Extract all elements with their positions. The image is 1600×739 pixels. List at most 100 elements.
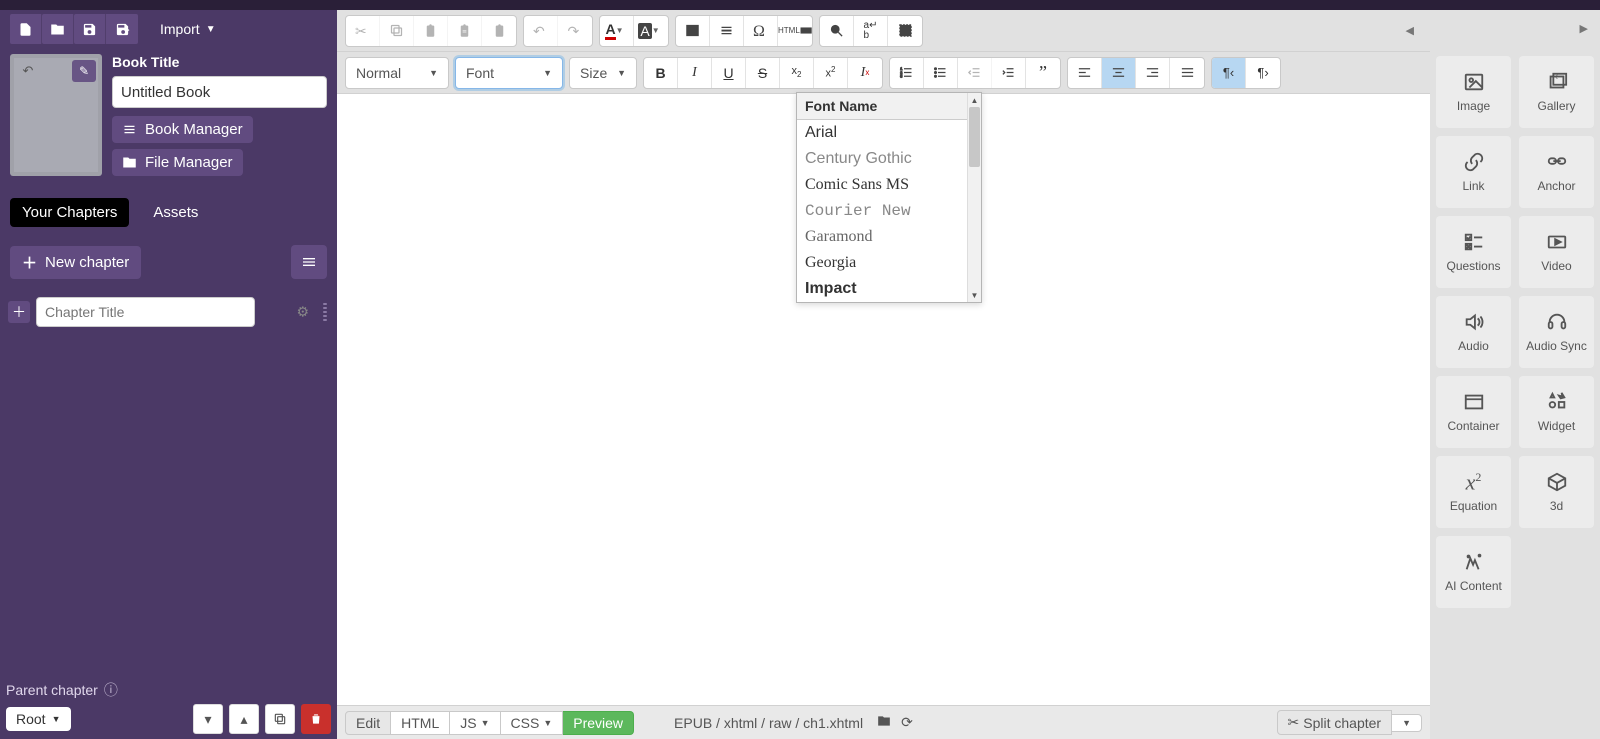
panel-collapse-right[interactable]: ▶ [1580, 22, 1588, 35]
iframe-button[interactable]: HTML [778, 16, 812, 46]
edit-cover-icon[interactable]: ✎ [72, 60, 96, 82]
footer-css-tab[interactable]: CSS▼ [501, 711, 564, 735]
cut-button[interactable]: ✂ [346, 16, 380, 46]
paste-text-button[interactable] [448, 16, 482, 46]
tab-your-chapters[interactable]: Your Chapters [10, 198, 129, 227]
editor-toolbar-1: ✂ ↶ ↷ A▼ [337, 10, 1430, 52]
insert-panel: ▶ Image ‹ Gallery Link Anchor Questions [1430, 10, 1600, 739]
align-center-button[interactable] [1102, 58, 1136, 88]
insert-3d[interactable]: 3d [1519, 456, 1594, 528]
insert-anchor[interactable]: Anchor [1519, 136, 1594, 208]
ordered-list-button[interactable]: 123 [890, 58, 924, 88]
blockquote-button[interactable]: ” [1026, 58, 1060, 88]
split-chapter-button[interactable]: ✂ Split chapter [1277, 710, 1393, 735]
special-char-button[interactable]: Ω [744, 16, 778, 46]
new-file-button[interactable] [10, 14, 42, 44]
delete-button[interactable] [301, 704, 331, 734]
unordered-list-button[interactable] [924, 58, 958, 88]
font-option-courier-new[interactable]: Courier New [797, 198, 981, 224]
import-label: Import [160, 21, 200, 37]
bg-color-button[interactable]: A▼ [634, 16, 668, 46]
drag-handle[interactable] [321, 303, 329, 321]
file-manager-button[interactable]: File Manager [112, 149, 243, 176]
subscript-button[interactable]: x2 [780, 58, 814, 88]
remove-format-button[interactable]: Ix [848, 58, 882, 88]
insert-container[interactable]: Container [1436, 376, 1511, 448]
align-right-button[interactable] [1136, 58, 1170, 88]
scroll-down-icon[interactable]: ▼ [968, 288, 981, 302]
paste-word-button[interactable] [482, 16, 516, 46]
refresh-icon[interactable]: ⟳ [901, 714, 913, 731]
insert-image[interactable]: Image [1436, 56, 1511, 128]
open-folder-button[interactable] [42, 14, 74, 44]
footer-edit-tab[interactable]: Edit [345, 711, 391, 735]
tab-assets[interactable]: Assets [141, 198, 210, 227]
table-button[interactable] [676, 16, 710, 46]
insert-questions[interactable]: Questions [1436, 216, 1511, 288]
gear-icon[interactable]: ⚙ [296, 304, 309, 321]
font-size-select[interactable]: Size ▼ [569, 57, 637, 89]
new-chapter-button[interactable]: ＋ New chapter [10, 246, 141, 279]
find-button[interactable] [820, 16, 854, 46]
font-dropdown-scrollbar[interactable]: ▲ ▼ [967, 93, 981, 302]
italic-button[interactable]: I [678, 58, 712, 88]
add-subchapter-button[interactable]: ＋ [8, 301, 30, 323]
insert-ai-content[interactable]: AI Content [1436, 536, 1511, 608]
font-option-impact[interactable]: Impact [797, 276, 981, 302]
scroll-thumb[interactable] [969, 107, 980, 167]
save-as-button[interactable] [106, 14, 138, 44]
replace-button[interactable]: a↵b [854, 16, 888, 46]
superscript-button[interactable]: x2 [814, 58, 848, 88]
rtl-button[interactable]: ¶› [1246, 58, 1280, 88]
move-down-button[interactable]: ▾ [193, 704, 223, 734]
font-select[interactable]: Font ▼ [455, 57, 563, 89]
ltr-button[interactable]: ¶‹ [1212, 58, 1246, 88]
indent-button[interactable] [992, 58, 1026, 88]
bold-button[interactable]: B [644, 58, 678, 88]
align-left-button[interactable] [1068, 58, 1102, 88]
select-all-button[interactable] [888, 16, 922, 46]
underline-button[interactable]: U [712, 58, 746, 88]
move-up-button[interactable]: ▴ [229, 704, 259, 734]
duplicate-button[interactable] [265, 704, 295, 734]
insert-equation[interactable]: x2 Equation [1436, 456, 1511, 528]
align-justify-button[interactable] [1170, 58, 1204, 88]
book-cover[interactable]: ↶ ✎ [10, 54, 102, 176]
paste-button[interactable] [414, 16, 448, 46]
parent-chapter-select[interactable]: Root ▼ [6, 707, 71, 731]
info-icon[interactable]: ⓘ [104, 680, 118, 700]
footer-js-tab[interactable]: JS▼ [450, 711, 500, 735]
insert-gallery[interactable]: ‹ Gallery [1519, 56, 1594, 128]
text-color-button[interactable]: A▼ [600, 16, 634, 46]
save-button[interactable] [74, 14, 106, 44]
horizontal-rule-button[interactable] [710, 16, 744, 46]
redo-button[interactable]: ↷ [558, 16, 592, 46]
chapters-menu-button[interactable] [291, 245, 327, 279]
insert-video[interactable]: Video [1519, 216, 1594, 288]
undo-button[interactable]: ↶ [524, 16, 558, 46]
font-option-georgia[interactable]: Georgia [797, 250, 981, 276]
chapter-title-input[interactable] [36, 297, 255, 327]
undo-icon[interactable]: ↶ [16, 60, 40, 82]
insert-audio[interactable]: Audio [1436, 296, 1511, 368]
outdent-button[interactable] [958, 58, 992, 88]
font-option-arial[interactable]: Arial [797, 120, 981, 146]
toolbar-collapse-left[interactable]: ◀ [1398, 24, 1422, 37]
strikethrough-button[interactable]: S [746, 58, 780, 88]
font-option-century-gothic[interactable]: Century Gothic [797, 146, 981, 172]
font-option-comic-sans[interactable]: Comic Sans MS [797, 172, 981, 198]
book-title-input[interactable] [112, 76, 327, 108]
font-option-garamond[interactable]: Garamond [797, 224, 981, 250]
insert-link[interactable]: Link [1436, 136, 1511, 208]
book-manager-button[interactable]: Book Manager [112, 116, 253, 143]
insert-widget[interactable]: Widget [1519, 376, 1594, 448]
footer-html-tab[interactable]: HTML [391, 711, 450, 735]
footer-preview-button[interactable]: Preview [563, 711, 634, 735]
folder-icon[interactable] [877, 714, 891, 731]
scroll-up-icon[interactable]: ▲ [968, 93, 981, 107]
split-chapter-caret[interactable]: ▼ [1392, 714, 1422, 732]
insert-audio-sync[interactable]: Audio Sync [1519, 296, 1594, 368]
paragraph-style-select[interactable]: Normal ▼ [345, 57, 449, 89]
import-dropdown[interactable]: Import ▼ [150, 14, 226, 44]
copy-button[interactable] [380, 16, 414, 46]
